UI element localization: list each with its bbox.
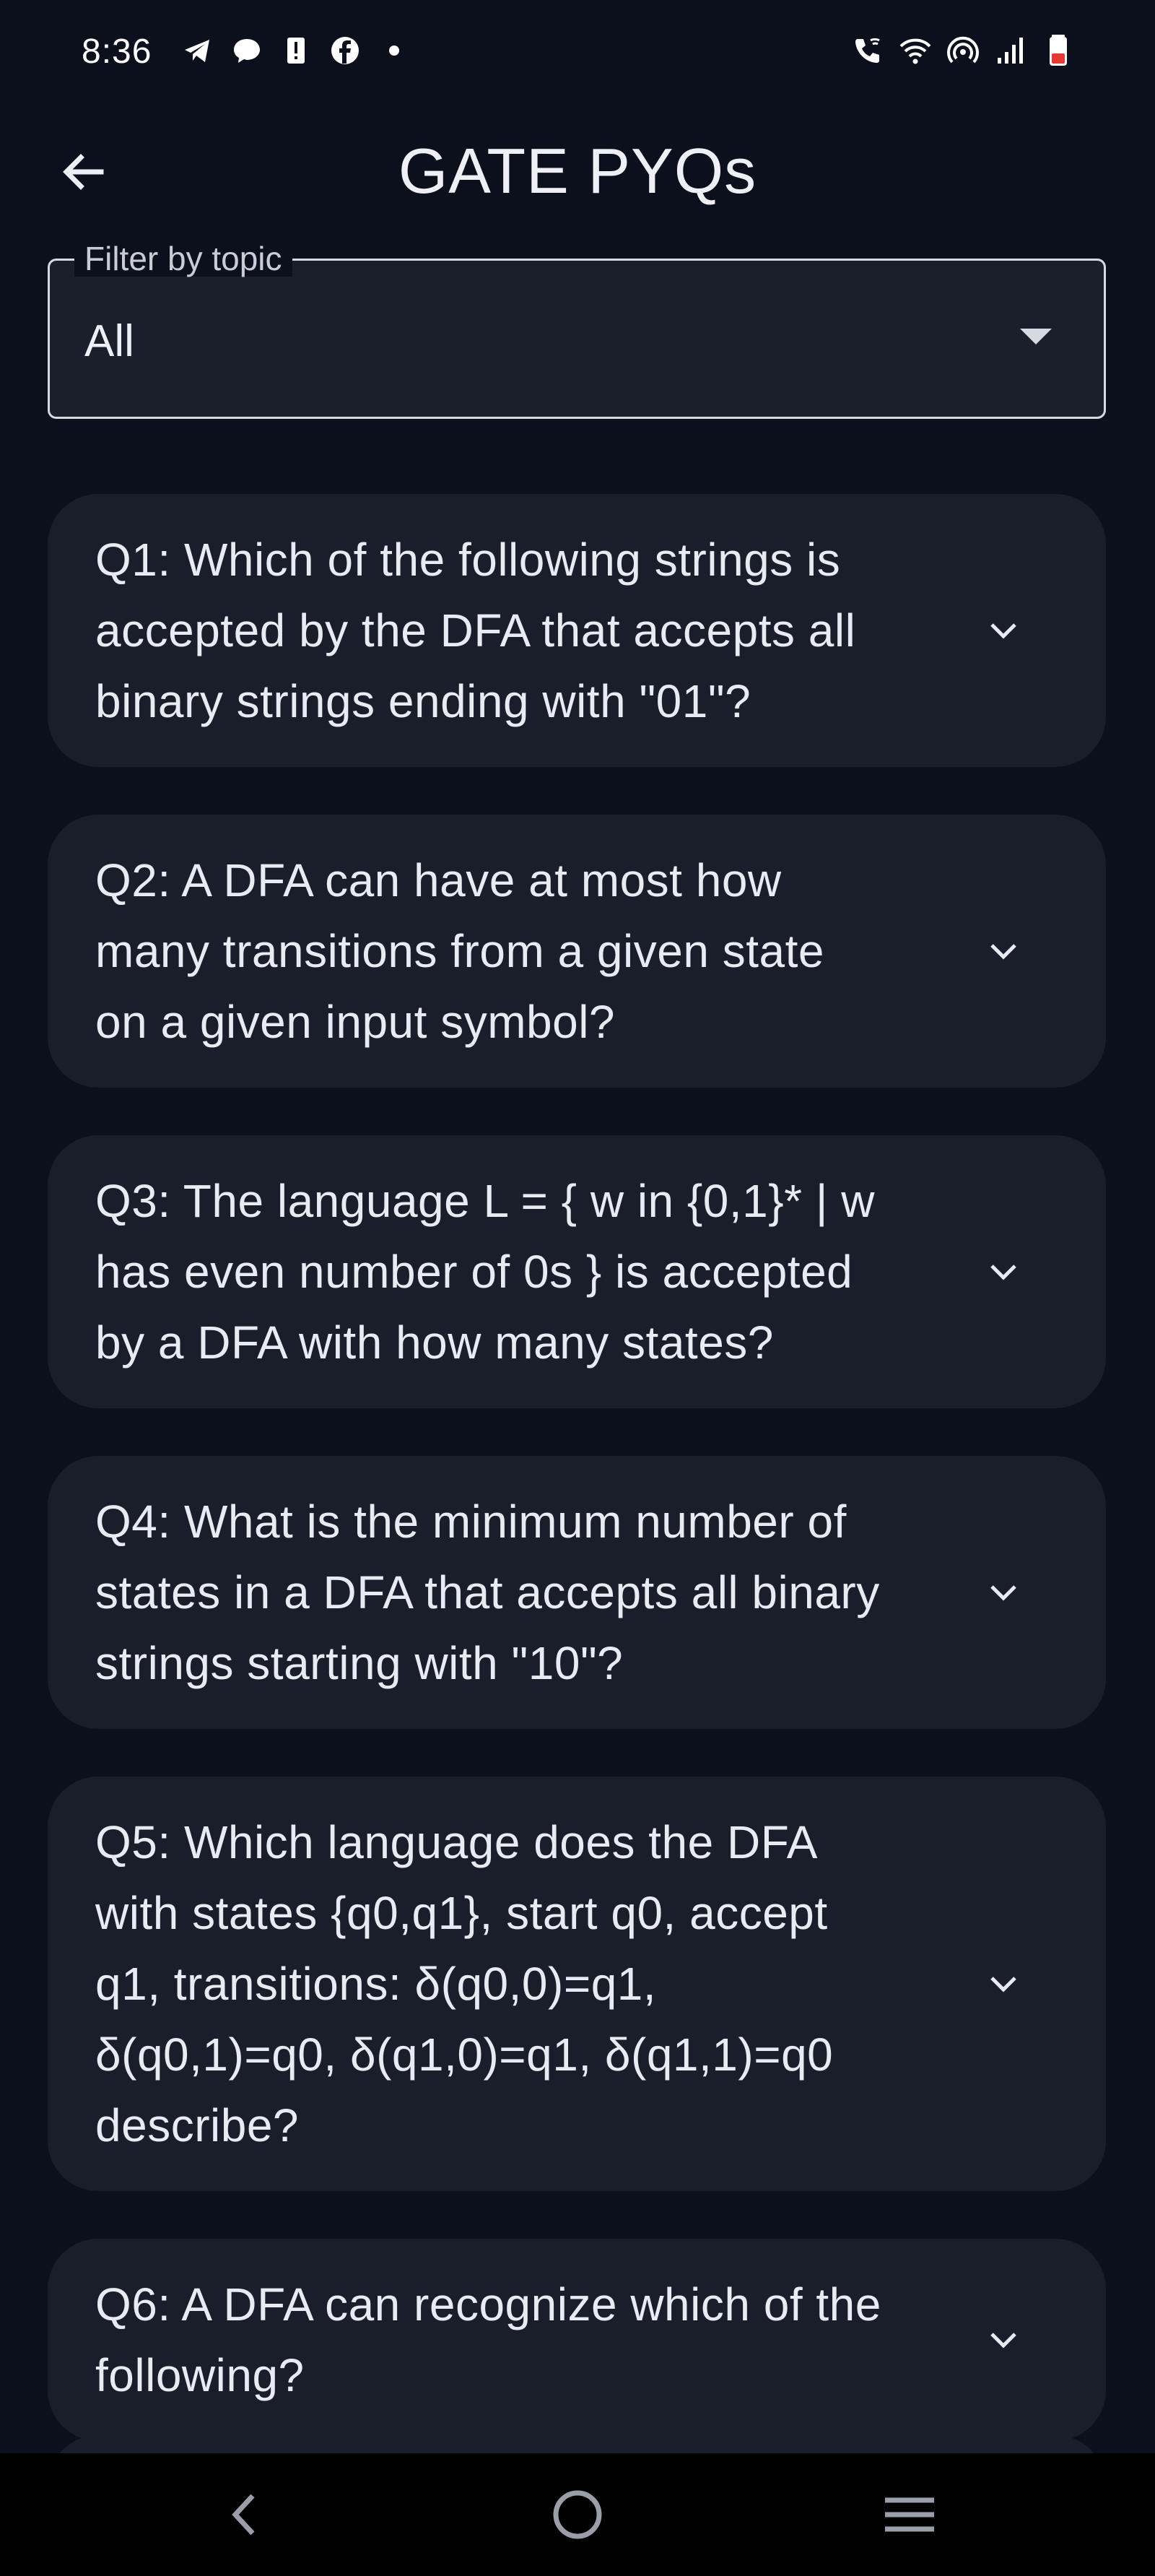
question-card[interactable]: Q5: Which language does the DFA with sta… — [48, 1777, 1106, 2191]
question-card[interactable]: Q2: A DFA can have at most how many tran… — [48, 815, 1106, 1088]
question-text: Q4: What is the minimum number of states… — [95, 1496, 880, 1689]
hotspot-icon — [946, 33, 980, 68]
chat-bubble-icon — [230, 33, 264, 68]
question-list: Q1: Which of the following strings is ac… — [48, 494, 1106, 2489]
page-title: GATE PYQs — [398, 135, 757, 207]
dot-icon — [377, 33, 411, 68]
chevron-down-icon[interactable] — [986, 1575, 1021, 1610]
facebook-icon — [328, 33, 362, 68]
filter-selected-value: All — [84, 316, 134, 366]
chevron-down-icon[interactable] — [986, 934, 1021, 968]
telegram-icon — [180, 33, 215, 68]
chevron-down-icon[interactable] — [986, 2323, 1021, 2357]
nav-home-button[interactable] — [549, 2486, 606, 2544]
nav-home-icon — [553, 2490, 602, 2539]
signal-icon — [993, 33, 1028, 68]
nav-back-button[interactable] — [217, 2486, 274, 2544]
chevron-down-icon[interactable] — [986, 613, 1021, 648]
question-text: Q2: A DFA can have at most how many tran… — [95, 854, 824, 1048]
nav-menu-icon — [885, 2497, 934, 2532]
wifi-icon — [898, 33, 933, 68]
nav-menu-button[interactable] — [881, 2486, 938, 2544]
system-nav-bar — [0, 2453, 1155, 2576]
battery-low-icon — [1041, 33, 1076, 68]
question-card[interactable]: Q4: What is the minimum number of states… — [48, 1456, 1106, 1729]
question-card[interactable]: Q3: The language L = { w in {0,1}* | w h… — [48, 1135, 1106, 1408]
dropdown-arrow-icon — [1020, 329, 1052, 344]
status-icons-right — [850, 33, 1076, 68]
app-bar: GATE PYQs — [0, 116, 1155, 224]
wifi-call-icon — [850, 33, 885, 68]
status-icons-left — [180, 33, 411, 68]
status-time: 8:36 — [82, 32, 152, 71]
question-text: Q3: The language L = { w in {0,1}* | w h… — [95, 1175, 875, 1369]
question-text: Q6: A DFA can recognize which of the fol… — [95, 2278, 881, 2401]
nav-back-icon — [232, 2494, 255, 2536]
status-bar: 8:36 — [0, 0, 1155, 108]
question-text: Q5: Which language does the DFA with sta… — [95, 1816, 834, 2151]
alert-icon — [279, 33, 313, 68]
chevron-down-icon[interactable] — [986, 1966, 1021, 2001]
topic-filter-dropdown[interactable]: Filter by topic All — [48, 240, 1106, 419]
question-text: Q1: Which of the following strings is ac… — [95, 534, 856, 727]
chevron-down-icon[interactable] — [986, 1254, 1021, 1289]
filter-label: Filter by topic — [74, 240, 292, 277]
question-card[interactable]: Q1: Which of the following strings is ac… — [48, 494, 1106, 767]
question-card[interactable]: Q6: A DFA can recognize which of the fol… — [48, 2239, 1106, 2441]
